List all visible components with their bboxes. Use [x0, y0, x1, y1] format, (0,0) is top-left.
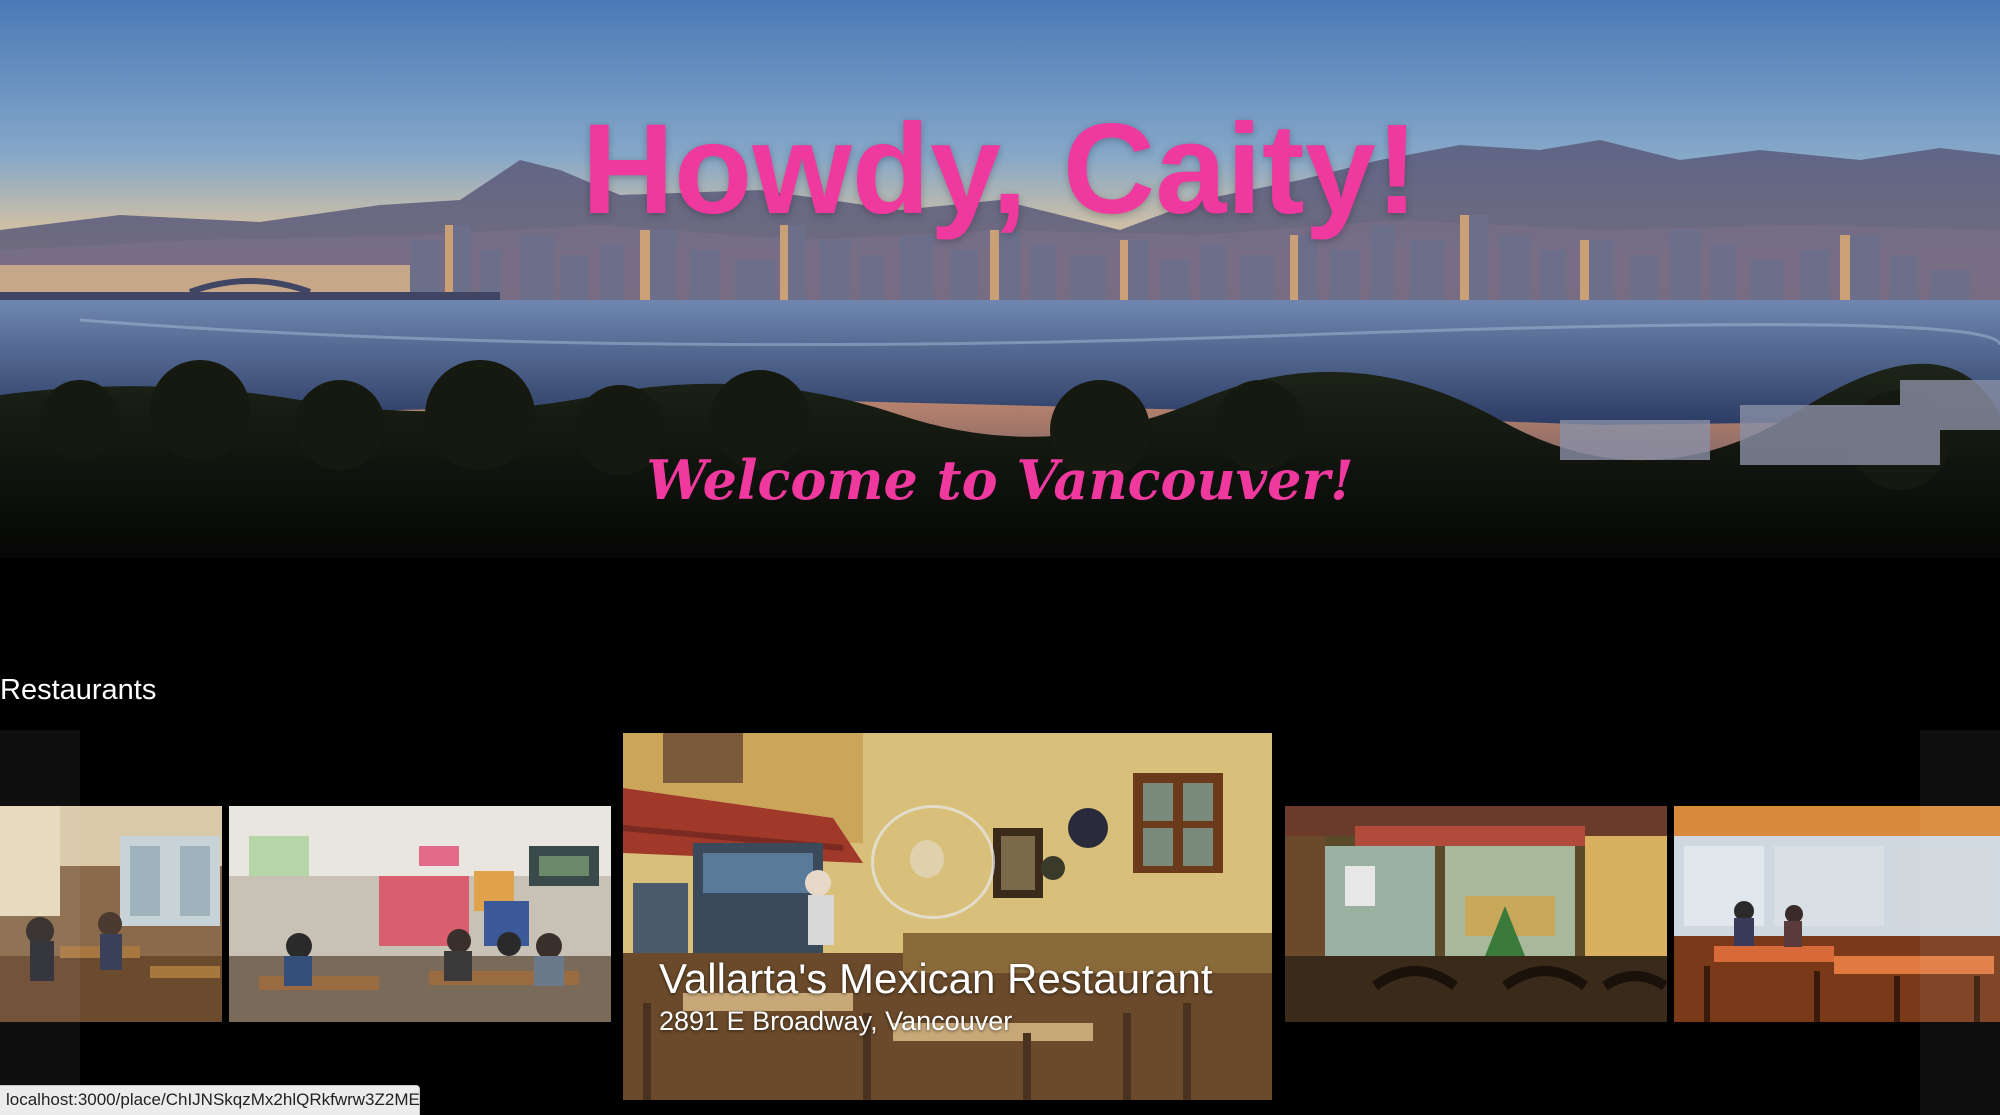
hero-subtitle: Welcome to Vancouver! [646, 448, 1354, 512]
section-title-restaurants: Restaurants [0, 674, 157, 706]
restaurant-name: Vallarta's Mexican Restaurant [659, 955, 1213, 1002]
restaurant-interior-photo-4 [1285, 806, 1667, 1022]
featured-caption: Vallarta's Mexican Restaurant 2891 E Bro… [659, 954, 1213, 1038]
restaurant-card[interactable] [229, 806, 611, 1022]
360-view-dot-icon [910, 840, 944, 878]
restaurant-carousel: Vallarta's Mexican Restaurant 2891 E Bro… [0, 730, 2000, 1100]
page: Howdy, Caity! Welcome to Vancouver! Rest… [0, 0, 2000, 1115]
status-bar-url: localhost:3000/place/ChIJNSkqzMx2hlQRkfw… [0, 1085, 420, 1115]
hero-banner: Howdy, Caity! Welcome to Vancouver! [0, 0, 2000, 558]
featured-restaurant-card[interactable]: Vallarta's Mexican Restaurant 2891 E Bro… [623, 733, 1272, 1100]
restaurant-interior-photo-2 [229, 806, 611, 1022]
carousel-prev-button[interactable] [0, 730, 80, 1115]
restaurant-card[interactable] [1285, 806, 1667, 1022]
carousel-next-button[interactable] [1920, 730, 2000, 1115]
restaurant-address: 2891 E Broadway, Vancouver [659, 1006, 1013, 1036]
hero-greeting: Howdy, Caity! [581, 98, 1419, 241]
